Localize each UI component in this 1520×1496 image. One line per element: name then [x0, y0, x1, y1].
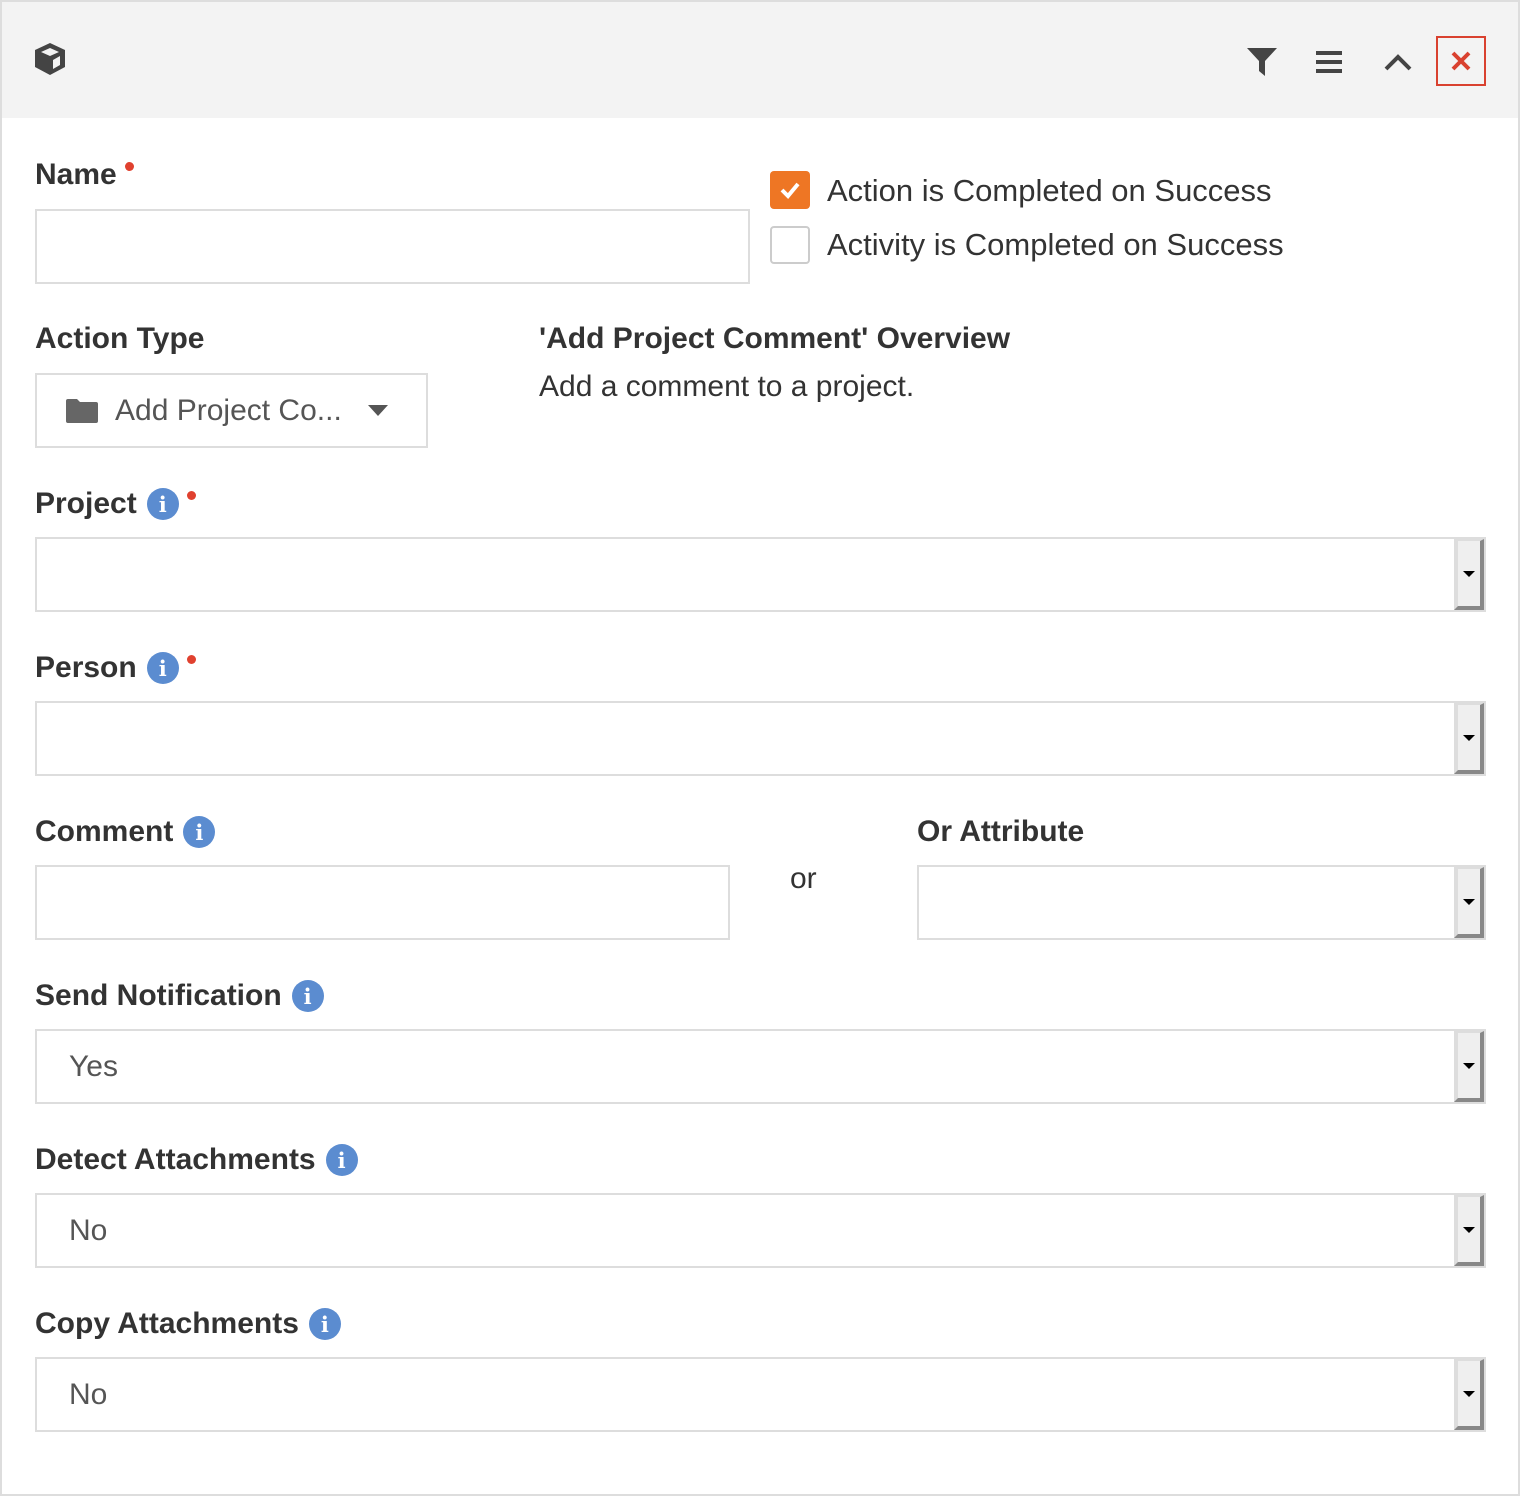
action-completed-label: Action is Completed on Success: [827, 173, 1272, 208]
or-text: or: [790, 862, 817, 895]
dropdown-button[interactable]: [1454, 1195, 1484, 1266]
name-label-text: Name: [35, 158, 117, 191]
name-label: Name: [35, 158, 134, 192]
dropdown-button[interactable]: [1454, 1359, 1484, 1430]
send-notification-select[interactable]: Yes: [35, 1029, 1486, 1104]
chevron-up-icon[interactable]: [1384, 52, 1412, 72]
or-attribute-label-text: Or Attribute: [917, 815, 1085, 848]
send-notification-value: Yes: [69, 1049, 118, 1083]
copy-attachments-value: No: [69, 1377, 108, 1411]
info-icon[interactable]: i: [325, 1144, 358, 1176]
dropdown-button[interactable]: [1454, 1031, 1484, 1102]
info-icon[interactable]: i: [291, 980, 324, 1012]
required-indicator: [186, 491, 196, 500]
detect-attachments-label-text: Detect Attachments: [35, 1143, 316, 1176]
or-attribute-select[interactable]: [917, 865, 1486, 940]
action-type-label: Action Type: [35, 322, 204, 356]
copy-attachments-select[interactable]: No: [35, 1357, 1486, 1432]
folder-icon: [66, 398, 98, 423]
person-label-text: Person: [35, 651, 137, 684]
or-attribute-label: Or Attribute: [917, 815, 1084, 849]
cube-icon: [35, 43, 65, 75]
required-indicator: [124, 162, 134, 171]
overview-text: Add a comment to a project.: [539, 370, 915, 403]
activity-completed-checkbox[interactable]: [770, 226, 810, 264]
checkmark-icon: [780, 182, 800, 199]
action-completed-checkbox[interactable]: [770, 171, 810, 209]
name-input[interactable]: [35, 209, 750, 284]
project-label: Project i: [35, 487, 196, 521]
project-select[interactable]: [35, 537, 1486, 612]
menu-icon[interactable]: [1316, 50, 1344, 74]
detect-attachments-select[interactable]: No: [35, 1193, 1486, 1268]
close-button[interactable]: [1436, 36, 1486, 86]
panel-header: [2, 2, 1518, 118]
required-indicator: [186, 655, 196, 664]
comment-label-text: Comment: [35, 815, 174, 848]
person-label: Person i: [35, 651, 196, 685]
info-icon[interactable]: i: [183, 816, 216, 848]
overview-title: 'Add Project Comment' Overview: [539, 322, 1011, 355]
send-notification-label-text: Send Notification: [35, 979, 282, 1012]
info-icon[interactable]: i: [146, 488, 179, 520]
filter-icon[interactable]: [1246, 47, 1278, 77]
person-select[interactable]: [35, 701, 1486, 776]
project-label-text: Project: [35, 487, 137, 520]
detect-attachments-label: Detect Attachments i: [35, 1143, 358, 1177]
action-type-value: Add Project Co...: [115, 393, 342, 427]
copy-attachments-label-text: Copy Attachments: [35, 1307, 299, 1340]
comment-input[interactable]: [35, 865, 730, 940]
close-icon: [1451, 51, 1471, 71]
comment-label: Comment i: [35, 815, 216, 849]
caret-down-icon: [367, 404, 388, 416]
send-notification-label: Send Notification i: [35, 979, 324, 1013]
detect-attachments-value: No: [69, 1213, 108, 1247]
action-type-select[interactable]: Add Project Co...: [35, 373, 428, 448]
dropdown-button[interactable]: [1454, 867, 1484, 938]
info-icon[interactable]: i: [146, 652, 179, 684]
dropdown-button[interactable]: [1454, 703, 1484, 774]
dropdown-button[interactable]: [1454, 539, 1484, 610]
action-type-label-text: Action Type: [35, 322, 205, 355]
copy-attachments-label: Copy Attachments i: [35, 1307, 341, 1341]
activity-completed-label: Activity is Completed on Success: [827, 227, 1284, 262]
info-icon[interactable]: i: [308, 1308, 341, 1340]
